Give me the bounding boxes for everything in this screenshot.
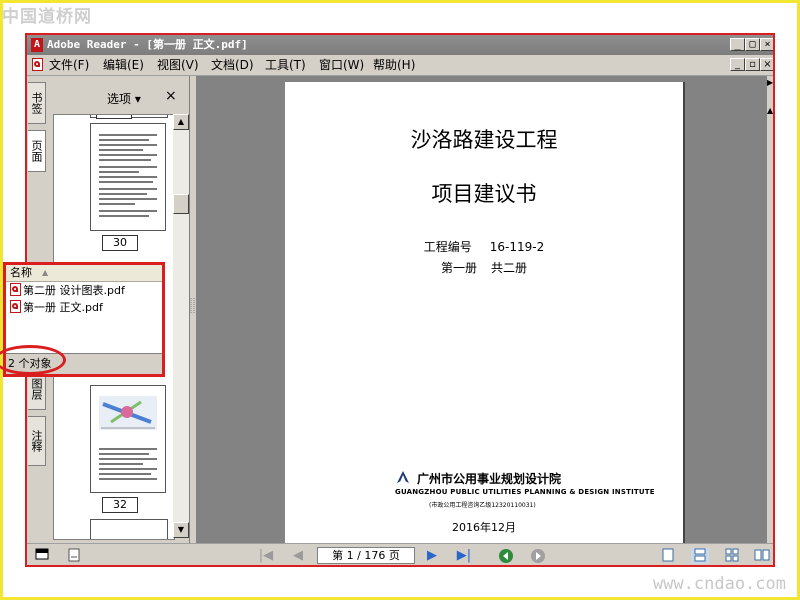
title-bar[interactable]: A Adobe Reader - [第一册 正文.pdf] _ □ × [27,35,773,55]
scroll-up-arrow-icon[interactable]: ▲ [173,114,189,130]
institute-certificate: (市政公用工程咨询乙级12320110031) [429,502,536,509]
up-arrow-icon[interactable]: ▲ [767,106,773,115]
pages-panel-header: 选项 ▾ × [47,76,189,114]
facing-view-icon[interactable] [723,548,741,564]
menu-window[interactable]: 窗口(W) [319,55,364,75]
right-arrow-icon[interactable]: ▶ [767,78,773,87]
status-bar: |◀ ◀ 第 1 / 176 页 ▶ ▶| [27,543,773,565]
scroll-down-arrow-icon[interactable]: ▼ [173,522,189,538]
right-edge-controls: ▶ ▲ [767,76,773,543]
document-page: 沙洛路建设工程 项目建议书 工程编号 16-119-2 第一册 共二册 广州市公用事… [285,82,683,543]
doc-close-button[interactable]: × [760,58,773,71]
single-page-view-icon[interactable] [659,548,677,564]
go-forward-icon[interactable] [529,548,547,564]
menu-document[interactable]: 文档(D) [211,55,254,75]
volume-number: 第一册 [440,261,477,275]
sort-ascending-icon: ▲ [42,268,49,277]
document-date: 2016年12月 [452,521,516,534]
doc-restore-button[interactable]: ▫ [745,58,760,71]
page-size-icon[interactable] [65,548,83,564]
adobe-reader-icon: A [31,38,43,52]
close-panel-button[interactable]: × [165,88,177,104]
page-number-label: 32 [102,497,138,513]
watermark-bottom: www.cndao.com [652,574,786,594]
volume-total: 共二册 [491,261,528,275]
name-column-header[interactable]: 名称 [10,265,32,281]
explorer-column-header[interactable]: 名称 ▲ [6,265,162,282]
tab-pages[interactable]: 页面 [28,130,46,172]
institute-name-en: GUANGZHOU PUBLIC UTILITIES PLANNING & DE… [395,488,655,496]
file-item[interactable]: 第一册 正文.pdf [10,300,103,315]
project-number: 16-119-2 [489,240,545,254]
page-number-partial [96,115,132,119]
menu-help[interactable]: 帮助(H) [373,55,415,75]
page-thumbnail[interactable] [90,123,166,231]
institute-name-cn: 广州市公用事业规划设计院 [417,472,562,486]
go-back-icon[interactable] [497,548,515,564]
scrollbar-thumb[interactable] [173,194,189,214]
tab-comments[interactable]: 注释 [28,416,46,466]
page-number-input[interactable]: 第 1 / 176 页 [317,547,415,564]
page-number-label: 30 [102,235,138,251]
pdf-file-icon [10,283,21,296]
file-name: 第二册 设计图表.pdf [23,284,125,297]
menu-view[interactable]: 视图(V) [157,55,199,75]
thumbnail-scrollbar[interactable]: ▲ ▼ [173,114,189,538]
watermark-top: 中国道桥网 [2,7,92,27]
figure-thumbnail-image [99,396,157,430]
page-thumbnail[interactable] [90,385,166,493]
menu-bar: 文件(F) 编辑(E) 视图(V) 文档(D) 工具(T) 窗口(W) 帮助(H… [27,55,773,76]
menu-edit[interactable]: 编辑(E) [103,55,144,75]
file-name: 第一册 正文.pdf [23,301,103,314]
panel-toggle-icon[interactable] [33,548,51,564]
file-item[interactable]: 第二册 设计图表.pdf [10,283,125,298]
previous-page-icon[interactable]: ◀ [289,548,307,564]
document-pdf-icon[interactable] [32,58,43,71]
tab-bookmarks[interactable]: 书签 [28,82,46,124]
menu-file[interactable]: 文件(F) [49,55,89,75]
volume-line: 第一册 共二册 [285,259,683,276]
next-page-icon[interactable]: ▶ [423,548,441,564]
document-subtitle: 项目建议书 [431,182,537,206]
pdf-file-icon [10,300,21,313]
document-title: 沙洛路建设工程 [410,128,558,152]
last-page-icon[interactable]: ▶| [455,548,473,564]
project-number-line: 工程编号 16-119-2 [285,238,683,255]
close-button[interactable]: × [760,38,773,51]
page-thumbnail-partial [90,519,168,539]
first-page-icon[interactable]: |◀ [257,548,275,564]
minimize-button[interactable]: _ [730,38,745,51]
options-menu-button[interactable]: 选项 ▾ [107,90,141,107]
project-number-label: 工程编号 [423,240,472,254]
maximize-button[interactable]: □ [745,38,760,51]
continuous-facing-view-icon[interactable] [753,548,771,564]
institute-logo-icon [397,471,409,483]
document-view[interactable]: 沙洛路建设工程 项目建议书 工程编号 16-119-2 第一册 共二册 广州市公用事… [196,76,767,543]
continuous-view-icon[interactable] [691,548,709,564]
menu-tools[interactable]: 工具(T) [265,55,306,75]
window-title: Adobe Reader - [第一册 正文.pdf] [47,38,248,51]
doc-minimize-button[interactable]: _ [730,58,745,71]
